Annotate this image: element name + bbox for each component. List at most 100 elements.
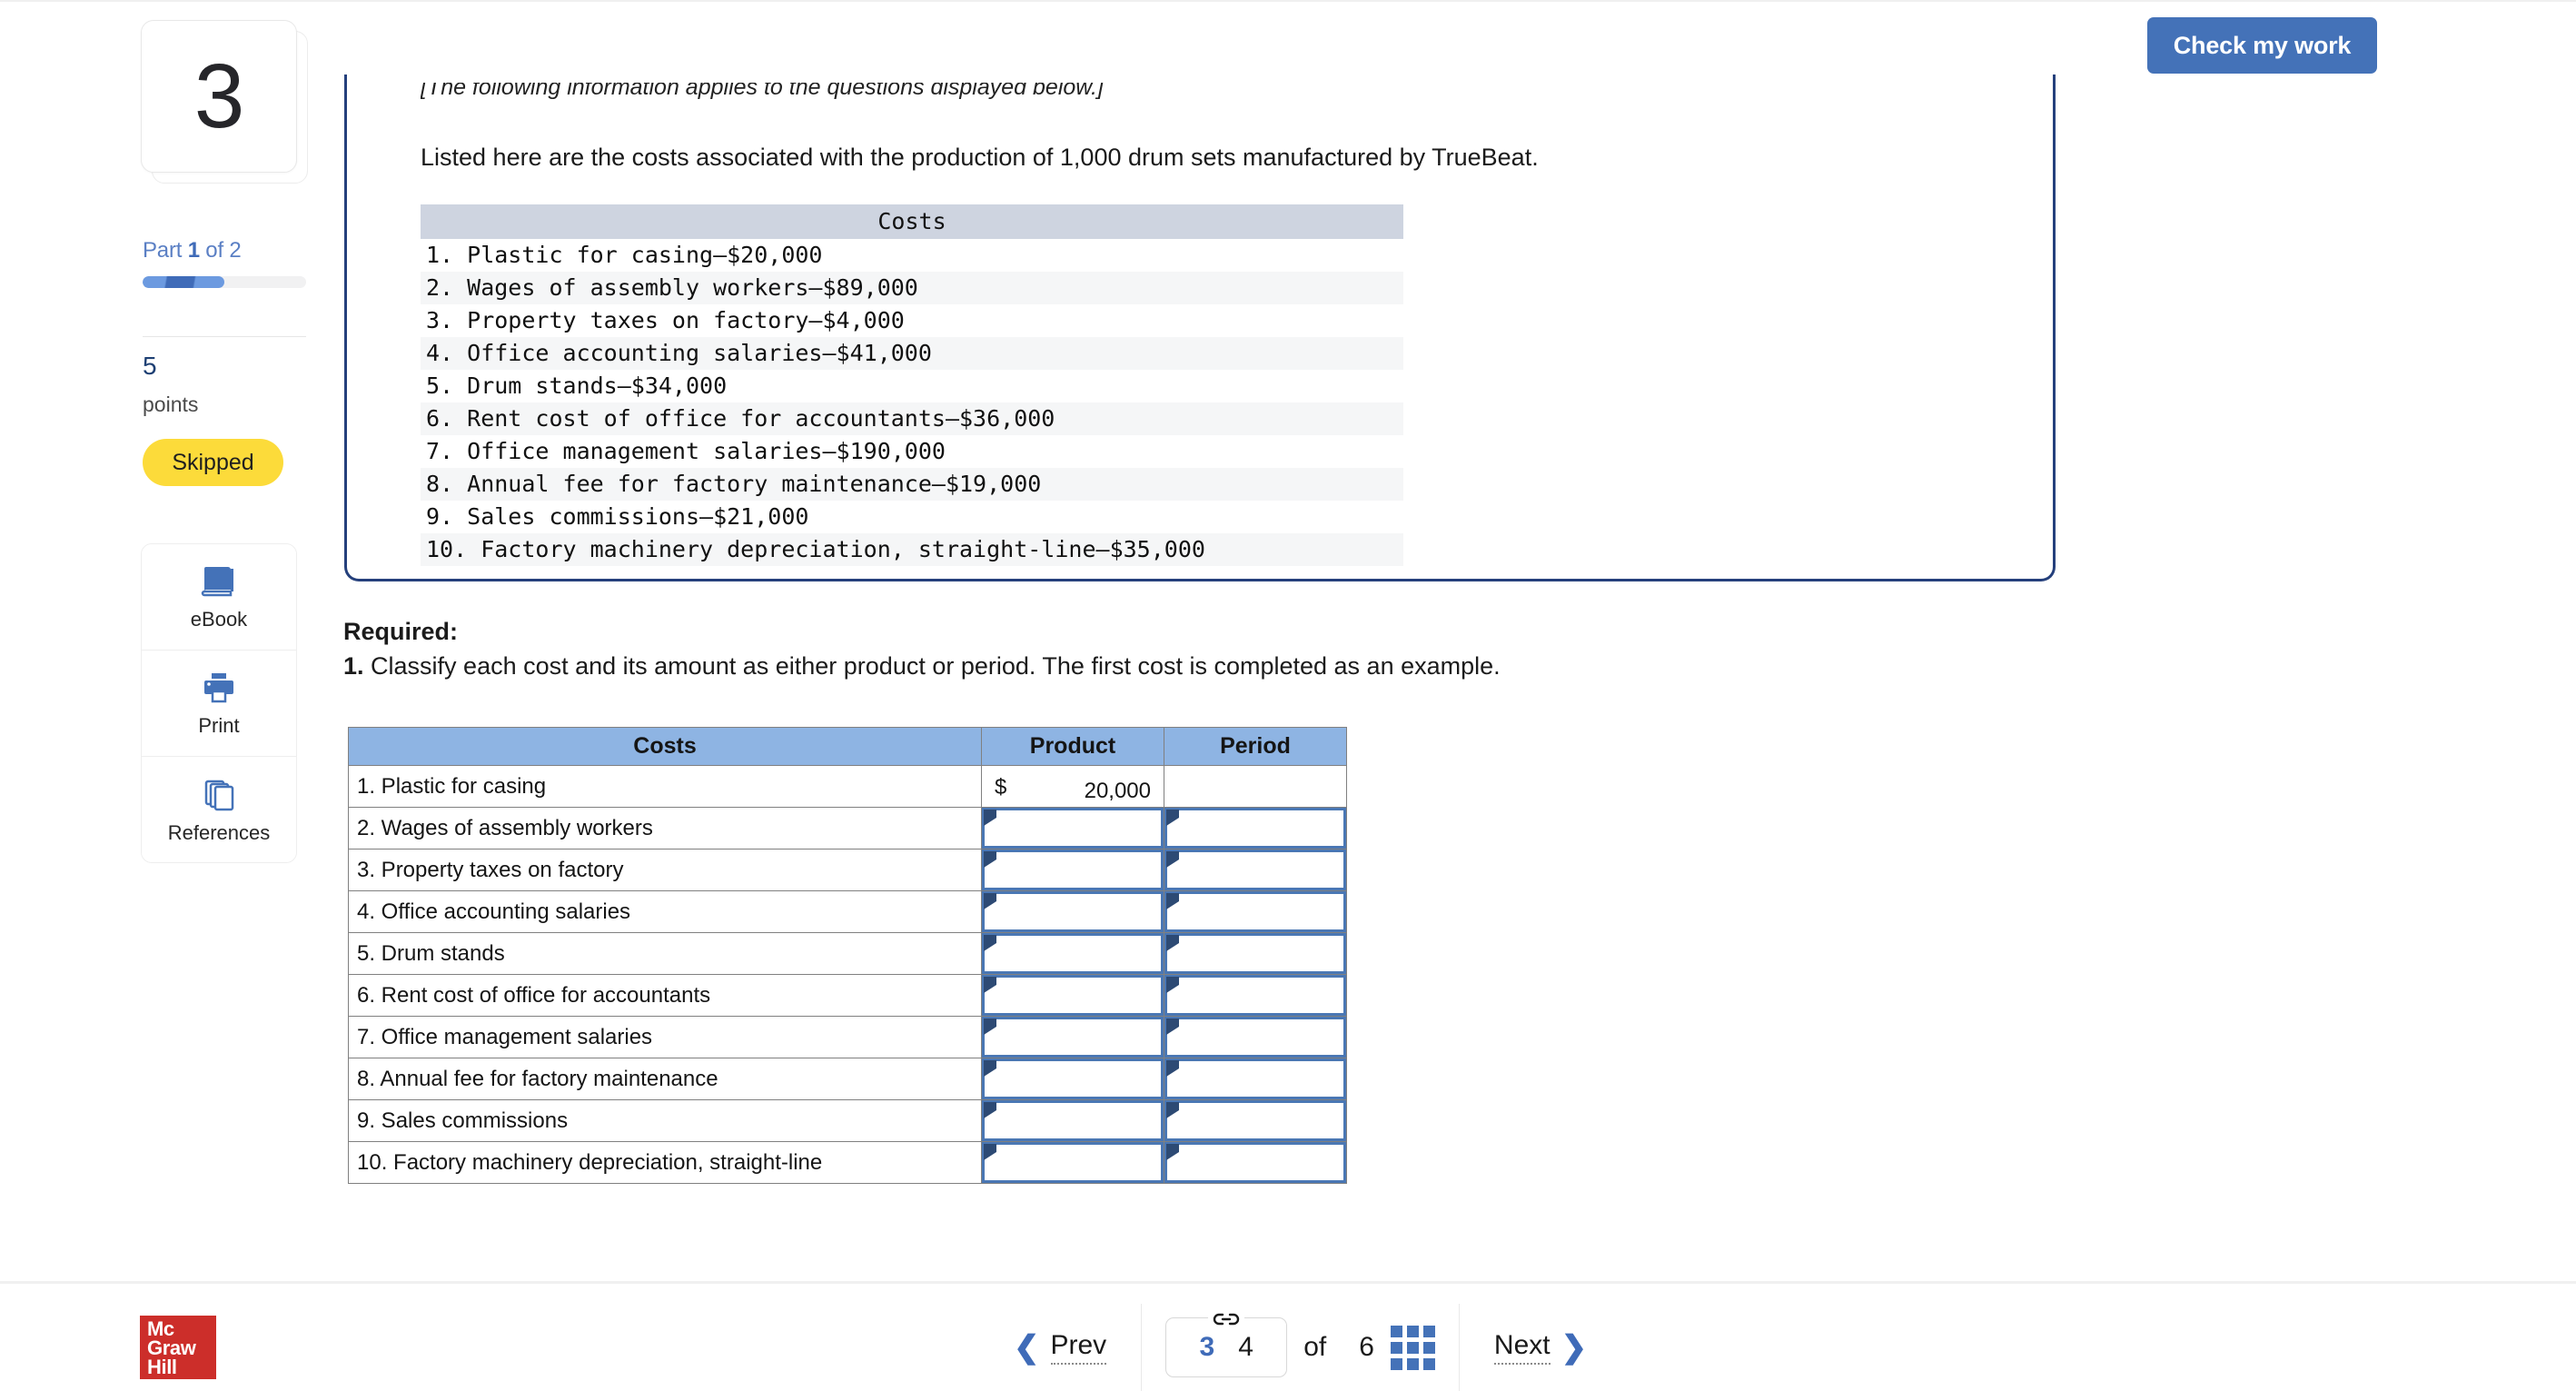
rail-divider: [143, 336, 306, 337]
period-input-box[interactable]: [1164, 1100, 1346, 1141]
period-input-box[interactable]: [1164, 1017, 1346, 1058]
dropdown-marker-icon: [1166, 810, 1179, 826]
page-pair-box[interactable]: 3 4: [1165, 1306, 1288, 1377]
period-input-cell[interactable]: [1164, 1099, 1347, 1142]
dropdown-marker-icon: [984, 935, 996, 951]
period-input-cell[interactable]: [1164, 890, 1347, 933]
dropdown-marker-icon: [984, 1102, 996, 1118]
status-badge[interactable]: Skipped: [143, 439, 283, 486]
product-input-box[interactable]: [982, 1017, 1164, 1058]
mcgraw-hill-logo: Mc Graw Hill: [140, 1316, 216, 1379]
product-input-box[interactable]: [982, 1058, 1164, 1099]
grid-view-icon[interactable]: [1390, 1325, 1435, 1370]
dropdown-marker-icon: [984, 1018, 996, 1035]
period-input-cell[interactable]: [1164, 974, 1347, 1017]
period-input-box[interactable]: [1164, 808, 1346, 849]
product-input-cell[interactable]: [981, 974, 1164, 1017]
cost-label-cell: 10. Factory machinery depreciation, stra…: [348, 1141, 982, 1184]
current-page-number[interactable]: 3: [1200, 1332, 1215, 1363]
product-input-cell[interactable]: [981, 890, 1164, 933]
footer-divider: [0, 1281, 2576, 1284]
cost-label-cell: 9. Sales commissions: [348, 1099, 982, 1142]
product-input-cell[interactable]: [981, 1058, 1164, 1100]
costs-reference-row: 10. Factory machinery depreciation, stra…: [421, 533, 1403, 566]
cost-label-cell: 6. Rent cost of office for accountants: [348, 974, 982, 1017]
product-input-box[interactable]: [982, 933, 1164, 974]
ebook-label: eBook: [190, 608, 248, 631]
question-number: 3: [193, 45, 245, 147]
dropdown-marker-icon: [1166, 1144, 1179, 1160]
table-header: Costs Product Period: [348, 727, 1347, 766]
references-button[interactable]: References: [142, 757, 296, 862]
required-item-number: 1.: [343, 652, 364, 680]
print-label: Print: [198, 714, 240, 737]
question-rail: 3 Part 1 of 2 5 points Skipped eBook Pri…: [0, 0, 342, 1281]
prev-segment[interactable]: ❮ Prev: [990, 1304, 1141, 1391]
period-input-box[interactable]: [1164, 850, 1346, 890]
costs-reference-row: 6. Rent cost of office for accountants—$…: [421, 402, 1403, 435]
product-input-cell[interactable]: [981, 807, 1164, 850]
product-input-box[interactable]: [982, 1142, 1164, 1183]
table-row: 3. Property taxes on factory: [348, 849, 1347, 891]
ebook-icon: [201, 562, 237, 601]
product-input-box[interactable]: [982, 808, 1164, 849]
period-input-cell[interactable]: [1164, 849, 1347, 891]
period-input-box[interactable]: [1164, 1142, 1346, 1183]
part-indicator: Part 1 of 2: [143, 238, 242, 263]
currency-symbol: $: [995, 775, 1007, 800]
page-indicator-segment: 3 4 of 6: [1142, 1304, 1459, 1391]
period-input-cell[interactable]: [1164, 1141, 1347, 1184]
classification-answer-table: Costs Product Period 1. Plastic for casi…: [348, 727, 1347, 1184]
costs-reference-row: 9. Sales commissions—$21,000: [426, 503, 809, 530]
product-input-cell[interactable]: [981, 1099, 1164, 1142]
period-input-box[interactable]: [1164, 1058, 1346, 1099]
costs-reference-row: 3. Property taxes on factory—$4,000: [426, 307, 905, 333]
table-header-row: Costs Product Period: [348, 727, 1347, 766]
ebook-button[interactable]: eBook: [142, 544, 296, 651]
costs-reference-header: Costs: [421, 204, 1403, 239]
product-input-box[interactable]: [982, 975, 1164, 1016]
period-input-box[interactable]: [1164, 933, 1346, 974]
period-input-cell[interactable]: [1164, 1016, 1347, 1058]
period-input-box[interactable]: [1164, 891, 1346, 932]
costs-reference-table: Costs 1. Plastic for casing—$20,000 2. W…: [421, 204, 1403, 566]
dropdown-marker-icon: [984, 1060, 996, 1077]
dropdown-marker-icon: [1166, 1060, 1179, 1077]
print-button[interactable]: Print: [142, 651, 296, 757]
part-suffix: of 2: [199, 238, 242, 263]
period-input-box[interactable]: [1164, 975, 1346, 1016]
question-card-front: 3: [141, 20, 297, 173]
period-input-cell[interactable]: [1164, 807, 1347, 850]
print-icon: [201, 669, 237, 707]
dropdown-marker-icon: [1166, 935, 1179, 951]
column-header-period: Period: [1164, 727, 1347, 766]
costs-reference-row: 5. Drum stands—$34,000: [426, 373, 728, 399]
total-pages: 6: [1359, 1332, 1374, 1362]
prev-button[interactable]: Prev: [1050, 1330, 1107, 1365]
check-my-work-button[interactable]: Check my work: [2147, 17, 2377, 74]
costs-reference-row: 8. Annual fee for factory maintenance—$1…: [421, 468, 1403, 501]
question-number-card: 3: [141, 20, 310, 185]
next-segment[interactable]: Next ❯: [1460, 1304, 1610, 1391]
page-root: Check my work 3 Part 1 of 2 5 points Ski…: [0, 0, 2576, 1391]
product-input-cell[interactable]: [981, 849, 1164, 891]
period-input-cell[interactable]: [1164, 932, 1347, 975]
period-input-cell[interactable]: [1164, 1058, 1347, 1100]
question-intro-text: Listed here are the costs associated wit…: [421, 144, 1539, 171]
table-row: 9. Sales commissions: [348, 1099, 1347, 1142]
part-prefix: Part: [143, 238, 188, 263]
required-item-text: Classify each cost and its amount as eit…: [363, 652, 1501, 680]
product-input-cell[interactable]: [981, 1016, 1164, 1058]
product-input-box[interactable]: [982, 850, 1164, 890]
dropdown-marker-icon: [1166, 1102, 1179, 1118]
cost-label-cell: 4. Office accounting salaries: [348, 890, 982, 933]
next-button[interactable]: Next: [1493, 1330, 1551, 1365]
product-input-box[interactable]: [982, 891, 1164, 932]
product-input-cell[interactable]: [981, 1141, 1164, 1184]
period-example-cell: [1164, 765, 1347, 808]
points-value: 5: [143, 352, 157, 380]
product-input-cell[interactable]: [981, 932, 1164, 975]
product-input-box[interactable]: [982, 1100, 1164, 1141]
dropdown-marker-icon: [1166, 893, 1179, 909]
linked-page-number[interactable]: 4: [1238, 1332, 1253, 1363]
